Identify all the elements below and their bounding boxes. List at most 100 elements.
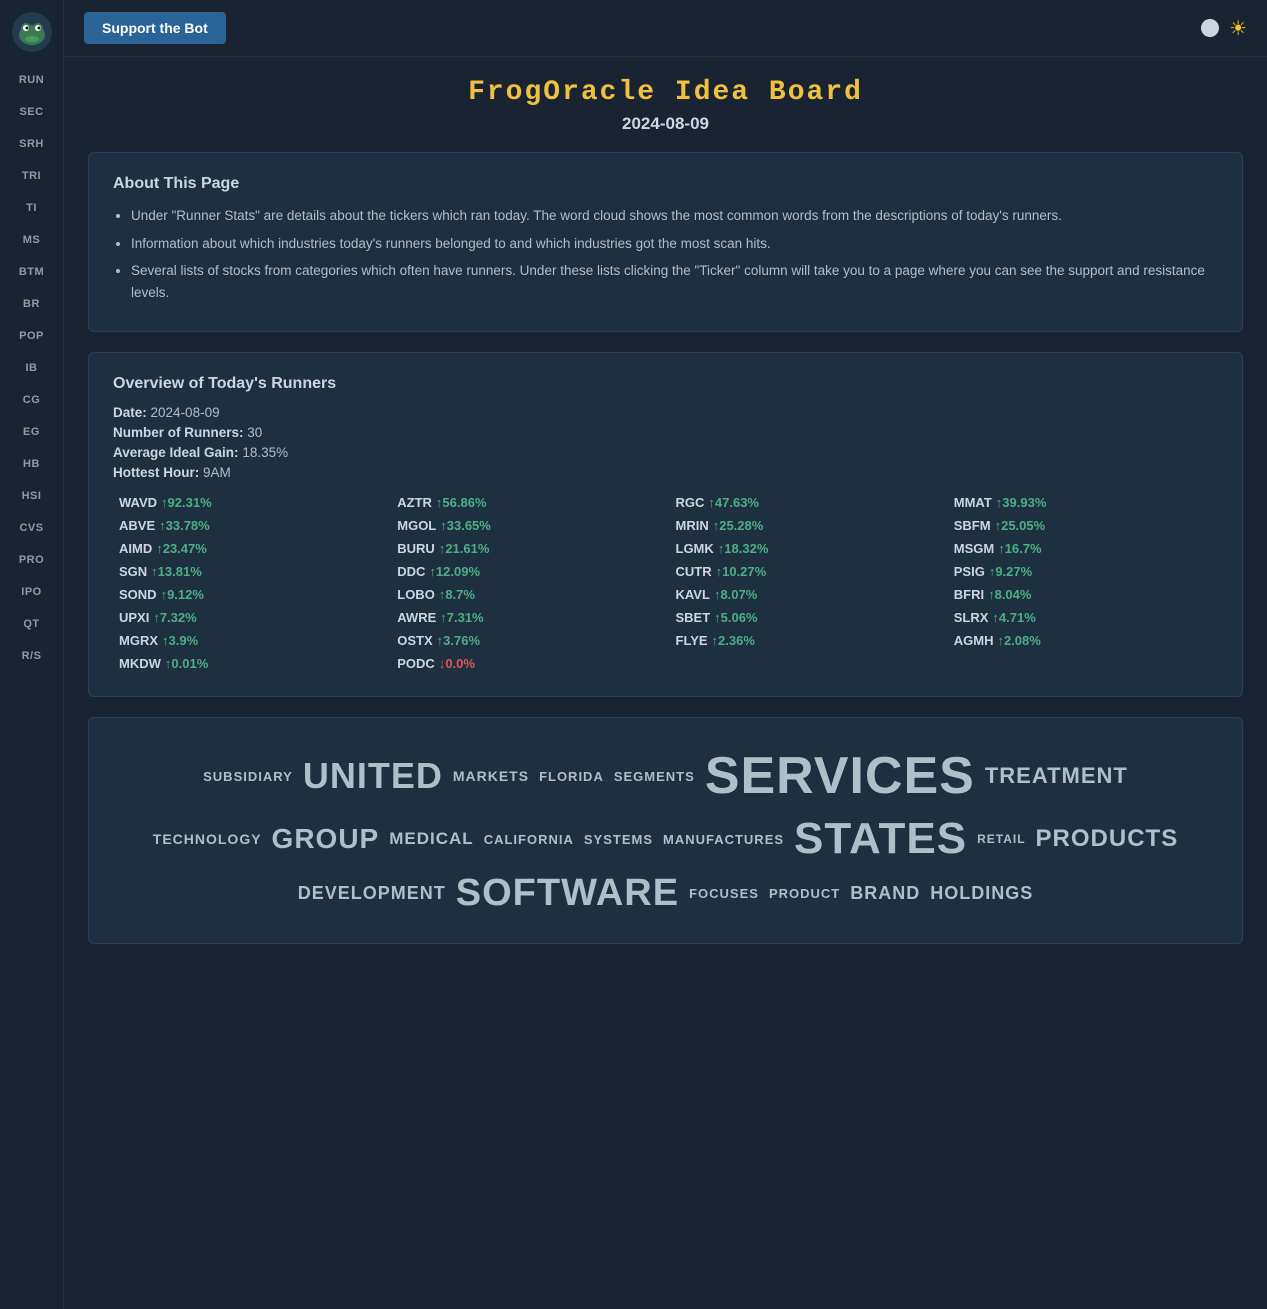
topbar-right: ☀ (1201, 16, 1247, 41)
meta-gain: Average Ideal Gain: 18.35% (113, 445, 1218, 460)
logo[interactable] (10, 10, 54, 54)
sidebar-item-hsi[interactable]: HSI (19, 480, 44, 512)
runner-gain: ↑0.01% (165, 656, 208, 671)
runner-gain: ↑16.7% (998, 541, 1041, 556)
sidebar-item-tri[interactable]: TRI (19, 160, 44, 192)
meta-hour: Hottest Hour: 9AM (113, 465, 1218, 480)
meta-runners: Number of Runners: 30 (113, 425, 1218, 440)
runner-gain: ↑39.93% (996, 495, 1047, 510)
runner-ticker: AWRE (397, 610, 436, 625)
runner-item: LGMK ↑18.32% (670, 538, 940, 559)
runner-ticker: MGOL (397, 518, 436, 533)
word-cloud-row: DEVELOPMENT SOFTWARE FOCUSES PRODUCT BRAND HO… (298, 872, 1033, 915)
sidebar-item-ib[interactable]: IB (19, 352, 44, 384)
runners-grid: WAVD↑92.31%AZTR↑56.86%RGC↑47.63%MMAT↑39.… (113, 492, 1218, 674)
runner-item: KAVL ↑8.07% (670, 584, 940, 605)
runner-ticker: KAVL (676, 587, 710, 602)
word-cloud-word: CALIFORNIA (484, 832, 574, 847)
runner-item: ABVE↑33.78% (113, 515, 383, 536)
runner-ticker: AGMH (954, 633, 994, 648)
runner-gain: ↑12.09% (429, 564, 480, 579)
runner-gain: ↑47.63% (708, 495, 759, 510)
runner-gain: ↑3.9% (162, 633, 198, 648)
runner-gain: ↑9.12% (161, 587, 204, 602)
runner-item: WAVD↑92.31% (113, 492, 383, 513)
theme-dark-toggle[interactable]: ☀ (1229, 16, 1247, 41)
runner-ticker: UPXI (119, 610, 149, 625)
sidebar-item-hb[interactable]: HB (19, 448, 44, 480)
runner-item: SGN ↑13.81% (113, 561, 383, 582)
sidebar-item-cvs[interactable]: CVS (19, 512, 44, 544)
about-bullet: Several lists of stocks from categories … (131, 260, 1218, 303)
runner-ticker: BURU (397, 541, 435, 556)
runner-ticker: AZTR (397, 495, 432, 510)
runner-ticker: LGMK (676, 541, 714, 556)
runner-item: SLRX↑4.71% (948, 607, 1218, 628)
sidebar-item-rs[interactable]: R/S (19, 640, 44, 672)
runner-item: BFRI↑8.04% (948, 584, 1218, 605)
runner-ticker: SBFM (954, 518, 991, 533)
sidebar-item-pop[interactable]: POP (19, 320, 44, 352)
sidebar-item-eg[interactable]: EG (19, 416, 44, 448)
sidebar-item-cg[interactable]: CG (19, 384, 44, 416)
about-bullet: Under "Runner Stats" are details about t… (131, 205, 1218, 227)
word-cloud-word: PRODUCT (769, 886, 840, 901)
sidebar-item-run[interactable]: RUN (19, 64, 44, 96)
overview-title: Overview of Today's Runners (113, 375, 1218, 393)
sidebar-item-sec[interactable]: SEC (19, 96, 44, 128)
sidebar-item-pro[interactable]: PRO (19, 544, 44, 576)
page-title: FrogOracle Idea Board (88, 77, 1243, 108)
sidebar-item-br[interactable]: BR (19, 288, 44, 320)
runner-gain: ↑23.47% (156, 541, 207, 556)
word-cloud-word: FOCUSES (689, 886, 759, 901)
runner-ticker: MRIN (676, 518, 709, 533)
support-bot-button[interactable]: Support the Bot (84, 12, 226, 44)
word-cloud-word: SEGMENTS (614, 769, 695, 784)
runner-item: AIMD ↑23.47% (113, 538, 383, 559)
sidebar-item-ti[interactable]: TI (19, 192, 44, 224)
runner-gain: ↑13.81% (151, 564, 202, 579)
runner-ticker: MGRX (119, 633, 158, 648)
word-cloud-word: UNITED (303, 755, 443, 797)
runner-item: SBFM↑25.05% (948, 515, 1218, 536)
runner-gain: ↑8.07% (714, 587, 757, 602)
runner-item: AZTR↑56.86% (391, 492, 661, 513)
sidebar-item-qt[interactable]: QT (19, 608, 44, 640)
word-cloud-word: GROUP (272, 823, 380, 855)
word-cloud-word: TREATMENT (985, 763, 1128, 789)
topbar: Support the Bot ☀ (64, 0, 1267, 57)
runner-gain: ↑18.32% (718, 541, 769, 556)
sidebar-item-ipo[interactable]: IPO (19, 576, 44, 608)
theme-light-toggle[interactable] (1201, 19, 1219, 37)
sidebar: RUNSECSRHTRITIMSBTMBRPOPIBCGEGHBHSICVSPR… (0, 0, 64, 1309)
runner-item: MKDW↑0.01% (113, 653, 383, 674)
runner-gain: ↑2.08% (997, 633, 1040, 648)
runner-item: MRIN ↑25.28% (670, 515, 940, 536)
runner-item: LOBO↑8.7% (391, 584, 661, 605)
word-cloud-word: DEVELOPMENT (298, 883, 446, 904)
word-cloud-word: SOFTWARE (456, 872, 679, 915)
runner-ticker: SGN (119, 564, 147, 579)
runner-item: MGOL↑33.65% (391, 515, 661, 536)
runner-item: OSTX↑3.76% (391, 630, 661, 651)
runner-gain: ↑7.32% (153, 610, 196, 625)
word-cloud-word: MARKETS (453, 768, 529, 784)
runner-gain: ↑25.28% (713, 518, 764, 533)
runner-ticker: LOBO (397, 587, 435, 602)
word-cloud: SUBSIDIARYUNITEDMARKETSFLORIDASEGMENTSSE… (88, 717, 1243, 944)
runner-gain: ↑7.31% (440, 610, 483, 625)
runner-item: AGMH↑2.08% (948, 630, 1218, 651)
runner-ticker: SLRX (954, 610, 989, 625)
word-cloud-word: HOLDINGS (930, 883, 1033, 904)
about-title: About This Page (113, 175, 1218, 193)
word-cloud-word: BRAND (850, 883, 920, 904)
sidebar-item-ms[interactable]: MS (19, 224, 44, 256)
sidebar-item-srh[interactable]: SRH (19, 128, 44, 160)
sidebar-item-btm[interactable]: BTM (19, 256, 44, 288)
runner-gain: ↑10.27% (716, 564, 767, 579)
runner-item: BURU↑21.61% (391, 538, 661, 559)
runner-ticker: SBET (676, 610, 711, 625)
runner-item: DDC↑12.09% (391, 561, 661, 582)
runner-gain: ↑2.36% (712, 633, 755, 648)
runner-ticker: AIMD (119, 541, 152, 556)
